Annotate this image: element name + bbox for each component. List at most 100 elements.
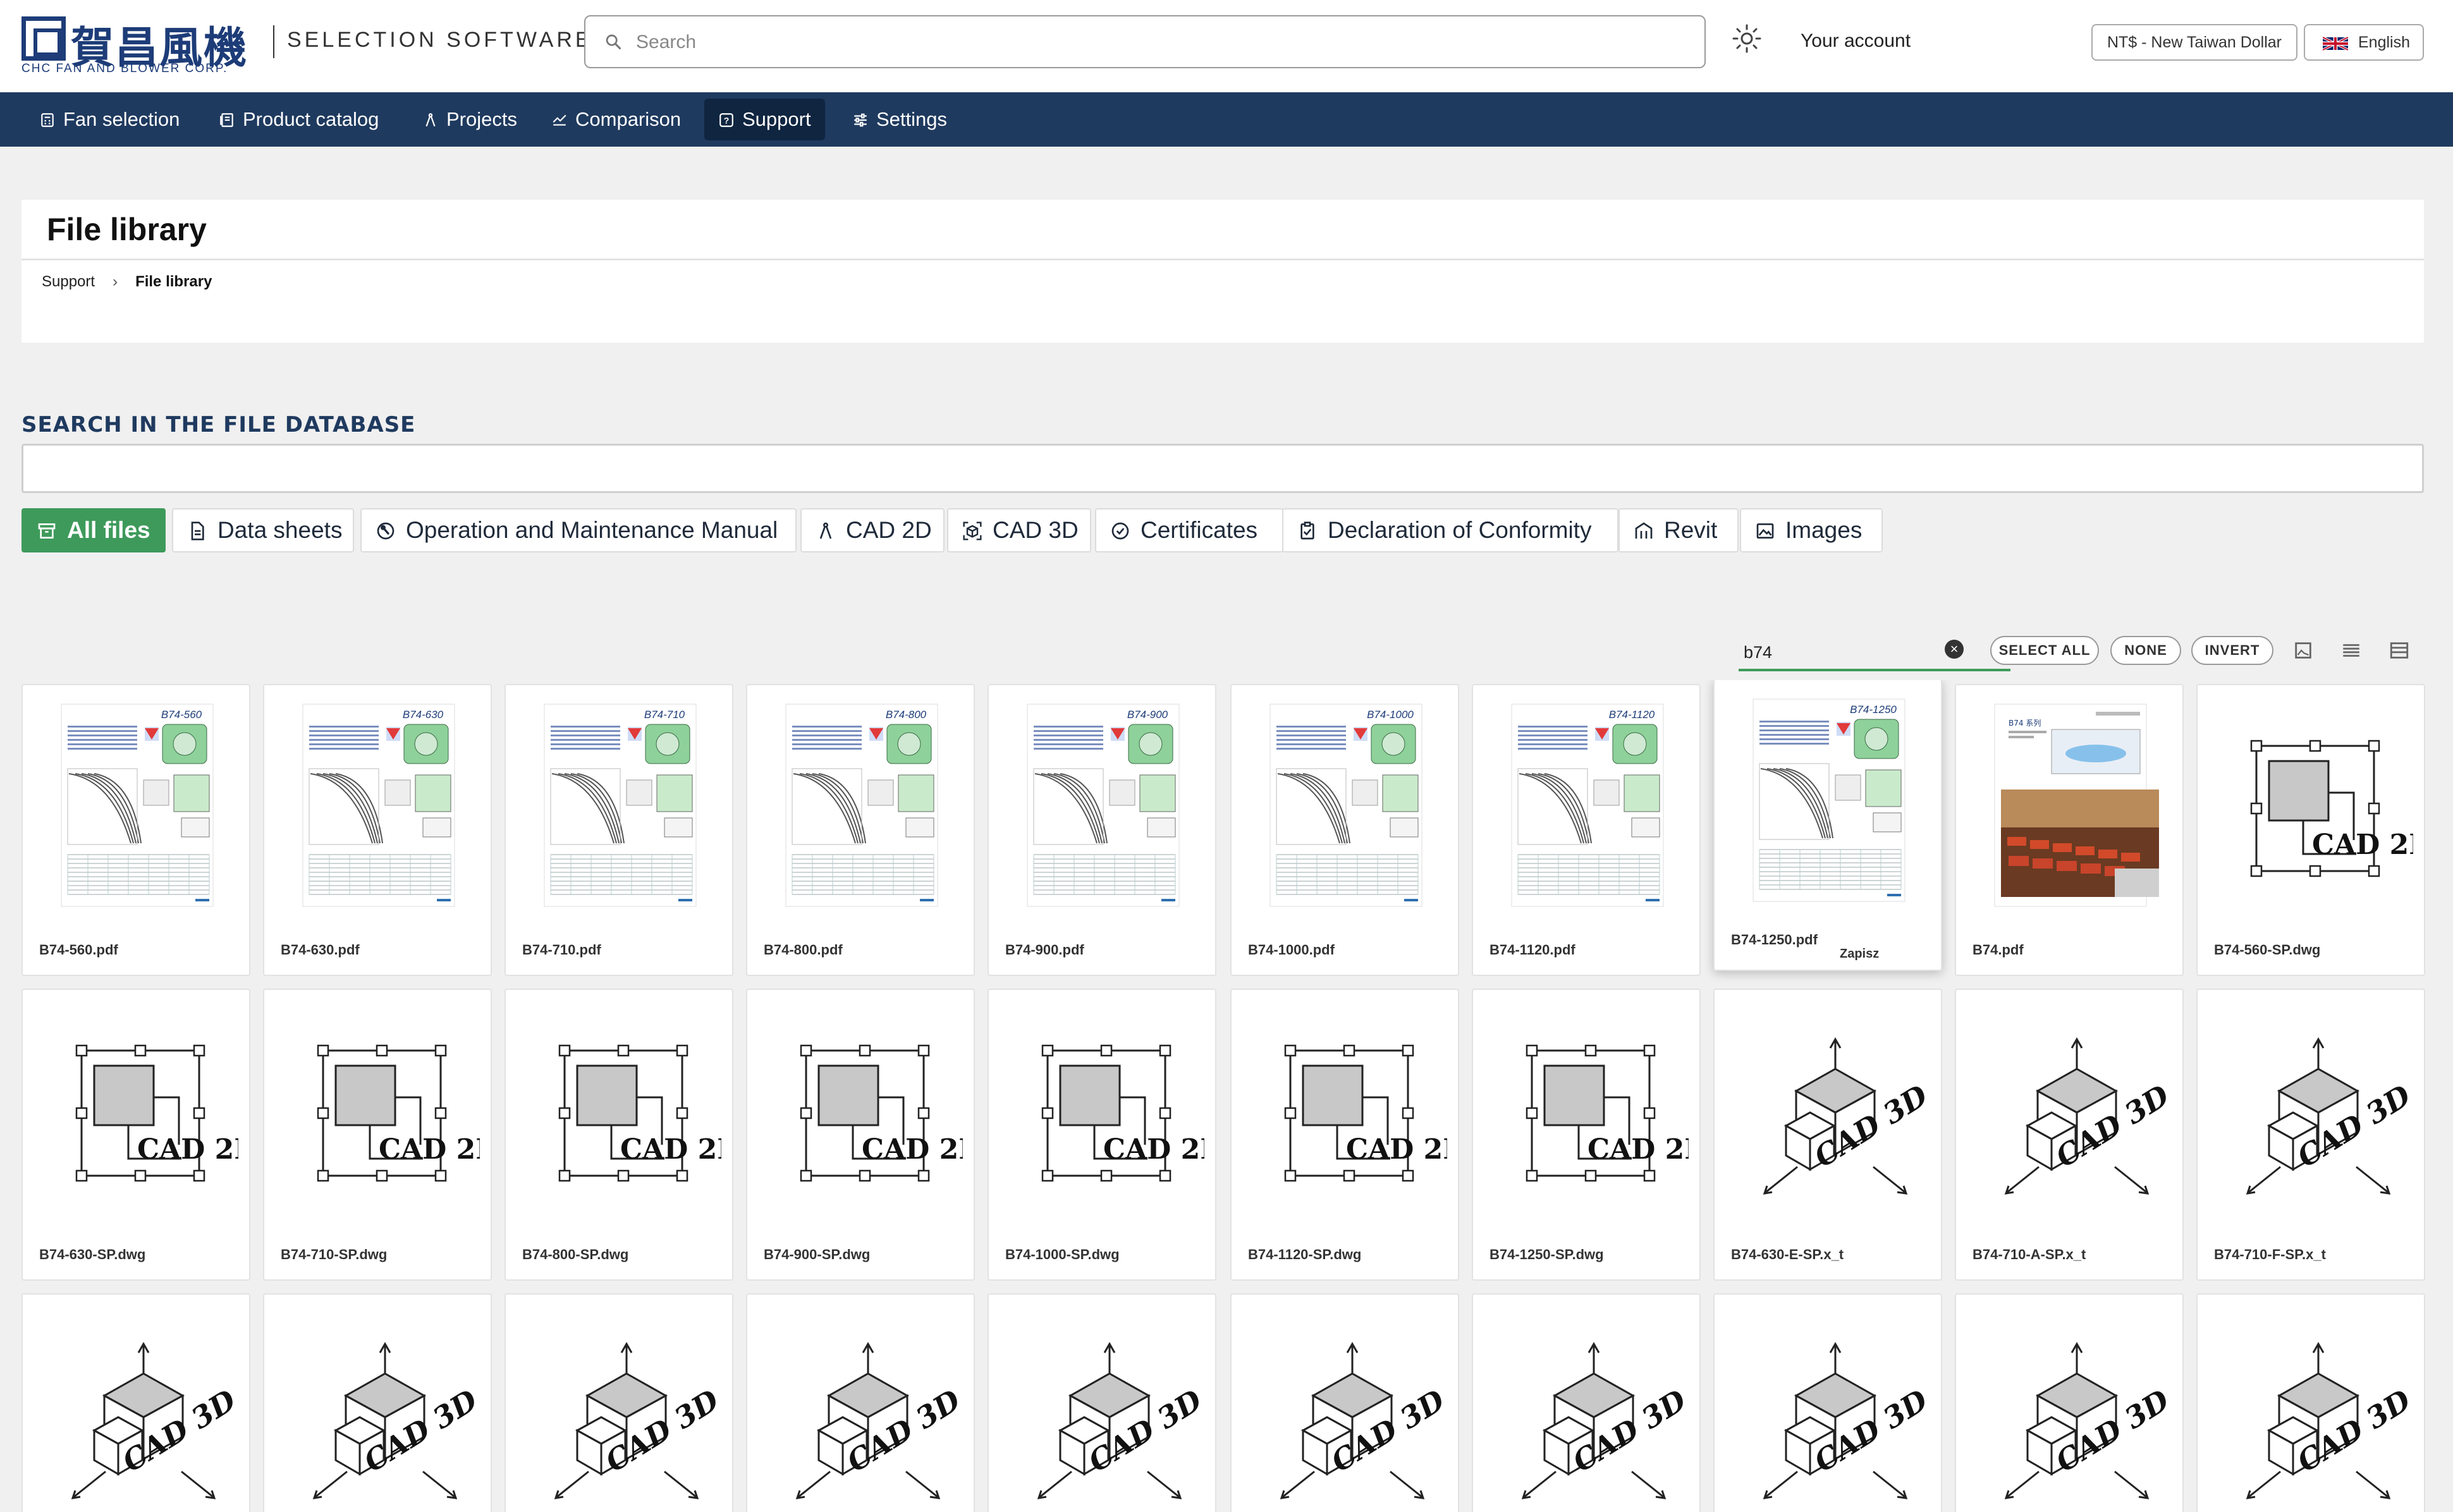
file-card[interactable]: CAD 3D [1230,1293,1459,1512]
nav-projects-label: Projects [446,108,517,130]
cad-2d-thumbnail: CAD 2D [1041,1044,1204,1182]
thumbnail-title: B74-630 [403,709,444,721]
file-name: B74-630.pdf [281,942,360,958]
cad-2d-label: CAD 2D [2312,829,2413,861]
file-card[interactable]: B74-560 B74-560.pdf [21,684,250,976]
file-card[interactable]: B74-1250 B74-1250.pdf Zapisz [1713,680,1942,971]
clear-filter-icon[interactable]: × [1945,640,1964,659]
nav-product-catalog[interactable]: Product catalog [205,99,393,140]
tab-declaration-of-conformity[interactable]: Declaration of Conformity [1282,508,1618,552]
file-name: B74-1000.pdf [1248,942,1335,958]
uk-flag-icon [2323,37,2348,51]
file-card[interactable]: CAD 2D B74-560-SP.dwg [2196,684,2425,976]
nav-support[interactable]: ? Support [704,99,825,140]
file-card[interactable]: CAD 3D B74-710-A-SP.x_t [1955,989,2184,1281]
tab-data-sheets-label: Data sheets [217,517,343,543]
cad-3d-thumbnail: CAD 3D [71,1341,238,1499]
tab-data-sheets[interactable]: Data sheets [172,508,354,552]
file-card[interactable]: CAD 3D [263,1293,492,1512]
tab-images[interactable]: Images [1740,508,1883,552]
file-card[interactable]: B74-630 B74-630.pdf [263,684,492,976]
cad-3d-thumbnail: CAD 3D [1280,1341,1447,1499]
file-card[interactable]: CAD 3D [746,1293,975,1512]
brochure-thumbnail: B74 系列 [1994,704,2159,907]
currency-button[interactable]: NT$ - New Taiwan Dollar [2091,24,2297,61]
file-card[interactable]: B74-900 B74-900.pdf [988,684,1216,976]
cad-2d-thumbnail: CAD 2D [1526,1044,1689,1182]
file-card[interactable]: B74-1120 B74-1120.pdf [1472,684,1701,976]
nav-fan-selection[interactable]: Fan selection [25,99,193,140]
file-card[interactable]: CAD 3D [1472,1293,1701,1512]
sun-icon[interactable] [1731,23,1763,54]
file-database-search-input[interactable] [21,444,2424,493]
tab-cad-2d[interactable]: CAD 2D [800,508,945,552]
catalog-icon [220,113,233,127]
global-search[interactable] [584,15,1706,68]
save-file-button[interactable]: Zapisz [1840,947,1879,961]
global-search-input[interactable] [636,27,1673,58]
thumbnail-view-icon[interactable] [2292,640,2314,661]
language-button[interactable]: English [2304,24,2424,61]
datasheet-thumbnail: B74-800 [785,704,938,907]
file-card[interactable]: B74-800 B74-800.pdf [746,684,975,976]
main-nav: Fan selection Product catalog Projects C… [0,92,2453,147]
tab-certificates[interactable]: Certificates [1095,508,1283,552]
tab-all-files[interactable]: All files [21,508,166,552]
file-card[interactable]: CAD 3D [21,1293,250,1512]
clipboard-check-icon [1300,521,1314,540]
file-name: B74-710-F-SP.x_t [2214,1247,2326,1262]
tab-maintenance-manual[interactable]: Operation and Maintenance Manual [360,508,797,552]
file-card[interactable]: CAD 3D [2196,1293,2425,1512]
tab-cad-2d-label: CAD 2D [846,517,932,543]
file-name: B74-710.pdf [522,942,601,958]
calculator-icon [41,113,54,127]
select-all-button[interactable]: SELECT ALL [1990,636,2099,665]
file-name: B74-900-SP.dwg [764,1247,871,1262]
tab-revit[interactable]: Revit [1618,508,1739,552]
cad-3d-thumbnail: CAD 3D [1037,1341,1204,1499]
file-name: B74-800-SP.dwg [522,1247,629,1262]
list-view-icon[interactable] [2340,640,2362,661]
file-card[interactable]: CAD 2D B74-630-SP.dwg [21,989,250,1281]
breadcrumb-support[interactable]: Support [42,273,95,290]
results-filter [1739,636,2010,671]
file-card[interactable]: CAD 3D [1713,1293,1942,1512]
company-logo[interactable]: 賀昌風機 CHC FAN AND BLOWER CORP. [21,16,249,75]
file-card[interactable]: B74-1000 B74-1000.pdf [1230,684,1459,976]
nav-comparison[interactable]: Comparison [537,99,695,140]
datasheet-thumbnail: B74-630 [302,704,455,907]
file-card[interactable]: CAD 3D B74-630-E-SP.x_t [1713,989,1942,1281]
nav-settings[interactable]: Settings [838,99,961,140]
account-link[interactable]: Your account [1801,30,1911,52]
results-filter-input[interactable] [1744,638,1959,666]
tab-images-label: Images [1785,517,1863,543]
table-view-icon[interactable] [2389,640,2410,661]
thumbnail-title: B74-1000 [1367,709,1414,721]
tab-revit-label: Revit [1664,517,1718,543]
cad-2d-label: CAD 2D [137,1133,238,1166]
chevron-right-icon: › [113,273,118,290]
file-card[interactable]: CAD 2D B74-1250-SP.dwg [1472,989,1701,1281]
file-card[interactable]: CAD 3D B74-710-F-SP.x_t [2196,989,2425,1281]
search-icon [606,34,621,50]
invert-selection-button[interactable]: INVERT [2191,636,2273,665]
file-card[interactable]: CAD 2D B74-800-SP.dwg [505,989,733,1281]
select-none-button[interactable]: NONE [2110,636,2181,665]
tab-cad-3d[interactable]: CAD 3D [947,508,1091,552]
file-card[interactable]: CAD 2D B74-1120-SP.dwg [1230,989,1459,1281]
file-card[interactable]: B74 系列 B74.pdf [1955,684,2184,976]
file-card[interactable]: CAD 2D B74-900-SP.dwg [746,989,975,1281]
cad-3d-thumbnail: CAD 3D [1763,1341,1930,1499]
file-card[interactable]: B74-710 B74-710.pdf [505,684,733,976]
thumbnail-title: B74-900 [1127,709,1168,721]
file-card[interactable]: CAD 3D [1955,1293,2184,1512]
sliders-icon [854,113,867,127]
cad-3d-thumbnail: CAD 3D [2246,1037,2413,1195]
cad-3d-thumbnail: CAD 3D [1763,1037,1930,1195]
file-card[interactable]: CAD 3D [505,1293,733,1512]
file-card[interactable]: CAD 2D B74-1000-SP.dwg [988,989,1216,1281]
logo-english-text: CHC FAN AND BLOWER CORP. [21,62,228,75]
file-card[interactable]: CAD 3D [988,1293,1216,1512]
nav-projects[interactable]: Projects [408,99,531,140]
file-card[interactable]: CAD 2D B74-710-SP.dwg [263,989,492,1281]
